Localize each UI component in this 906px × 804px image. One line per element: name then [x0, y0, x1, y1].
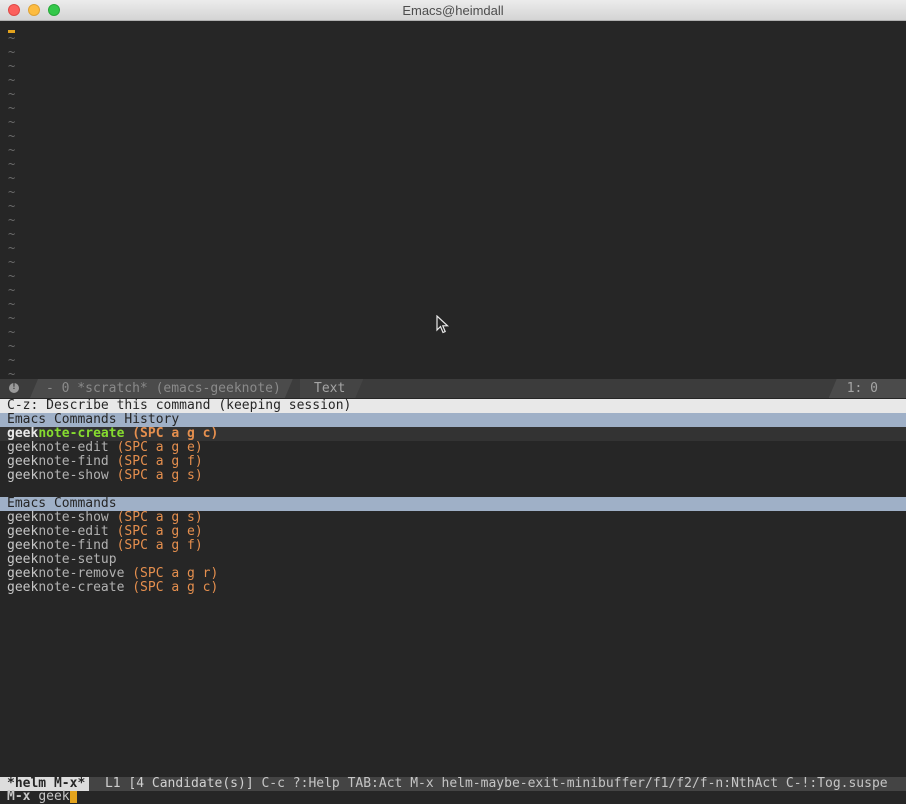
candidate-keybinding: (SPC a g c) — [132, 426, 219, 441]
candidate-command: note-create — [38, 426, 125, 441]
candidate-keybinding: (SPC a g s) — [116, 510, 203, 525]
minibuffer-input[interactable]: geek — [38, 789, 69, 804]
empty-line-marker: ~ — [8, 171, 16, 185]
empty-line-marker: ~ — [8, 353, 16, 367]
empty-line-marker: ~ — [8, 129, 16, 143]
major-mode-segment[interactable]: Text — [300, 379, 363, 398]
helm-candidate[interactable]: geeknote-edit (SPC a g e) — [0, 441, 906, 455]
helm-candidate[interactable]: geeknote-edit (SPC a g e) — [0, 525, 906, 539]
candidate-keybinding: (SPC a g e) — [116, 524, 203, 539]
empty-line-marker: ~ — [8, 73, 16, 87]
empty-line-marker: ~ — [8, 339, 16, 353]
cursor-position: 1: 0 — [828, 379, 906, 398]
empty-line-marker: ~ — [8, 311, 16, 325]
empty-line-marker: ~ — [8, 255, 16, 269]
candidate-match: geek — [7, 538, 39, 553]
helm-candidate[interactable]: geeknote-show (SPC a g s) — [0, 469, 906, 483]
helm-candidate[interactable]: geeknote-create (SPC a g c) — [0, 581, 906, 595]
candidate-keybinding: (SPC a g c) — [132, 580, 219, 595]
empty-line-marker: ~ — [8, 143, 16, 157]
candidate-match: geek — [7, 510, 39, 525]
helm-candidate[interactable]: geeknote-setup — [0, 553, 906, 567]
helm-mode-line: *helm M-x* L1 [4 Candidate(s)] C-c ?:Hel… — [0, 777, 906, 791]
candidate-keybinding: (SPC a g e) — [116, 440, 203, 455]
empty-line-marker: ~ — [8, 157, 16, 171]
candidate-command: note-find — [38, 538, 109, 553]
candidate-match: geek — [7, 426, 39, 441]
empty-line-marker: ~ — [8, 45, 16, 59]
candidate-match: geek — [7, 566, 39, 581]
empty-line-marker: ~ — [8, 199, 16, 213]
candidate-command: note-show — [38, 468, 109, 483]
helm-source-header: Emacs Commands History — [0, 413, 906, 427]
helm-candidate-count: [4 Candidate(s)] — [128, 777, 254, 791]
candidate-match: geek — [7, 524, 39, 539]
candidate-command: note-edit — [38, 440, 109, 455]
candidate-keybinding: (SPC a g f) — [116, 538, 203, 553]
helm-key-help: C-c ?:Help TAB:Act M-x helm-maybe-exit-m… — [261, 777, 888, 791]
empty-line-marker: ~ — [8, 87, 16, 101]
candidate-match: geek — [7, 580, 39, 595]
candidate-command: note-create — [38, 580, 125, 595]
helm-candidate[interactable]: geeknote-create (SPC a g c) — [0, 427, 906, 441]
candidate-match: geek — [7, 552, 39, 567]
candidate-command: note-edit — [38, 524, 109, 539]
minibuffer-cursor — [69, 791, 77, 803]
empty-line-marker: ~ — [8, 213, 16, 227]
candidate-keybinding: (SPC a g f) — [116, 454, 203, 469]
source-separator — [0, 483, 906, 497]
candidate-match: geek — [7, 454, 39, 469]
mode-line: ! - 0 *scratch* (emacs-geeknote) Text 1:… — [0, 379, 906, 398]
empty-line-marker: ~ — [8, 101, 16, 115]
buffer-name-segment[interactable]: - 0 *scratch* (emacs-geeknote) — [30, 379, 293, 398]
candidate-keybinding: (SPC a g r) — [132, 566, 219, 581]
empty-line-marker: ~ — [8, 185, 16, 199]
helm-candidate[interactable]: geeknote-find (SPC a g f) — [0, 455, 906, 469]
helm-source-header: Emacs Commands — [0, 497, 906, 511]
empty-line-marker: ~ — [8, 227, 16, 241]
title-bar: Emacs@heimdall — [0, 0, 906, 21]
candidate-match: geek — [7, 468, 39, 483]
mouse-pointer-icon — [436, 315, 450, 334]
candidate-command: note-find — [38, 454, 109, 469]
empty-line-marker: ~ — [8, 297, 16, 311]
helm-help-line: C-z: Describe this command (keeping sess… — [0, 399, 906, 413]
candidate-match: geek — [7, 440, 39, 455]
empty-line-marker: ~ — [8, 115, 16, 129]
empty-line-markers: ~ ~ ~ ~ ~ ~ ~ ~ ~ ~ ~ ~ ~ ~ ~ ~ ~ ~ ~ ~ ~ ~ ~ ~ ~ — [8, 31, 15, 381]
info-icon: ! — [9, 382, 19, 393]
empty-line-marker: ~ — [8, 325, 16, 339]
window-title: Emacs@heimdall — [402, 3, 504, 18]
empty-line-marker: ~ — [8, 31, 16, 45]
minibuffer-prompt: M-x — [7, 789, 31, 804]
helm-candidate[interactable]: geeknote-remove (SPC a g r) — [0, 567, 906, 581]
candidate-command: note-setup — [38, 552, 117, 567]
candidate-command: note-remove — [38, 566, 125, 581]
minibuffer[interactable]: M-x geek — [0, 789, 906, 804]
empty-line-marker: ~ — [8, 241, 16, 255]
helm-candidate[interactable]: geeknote-find (SPC a g f) — [0, 539, 906, 553]
empty-line-marker: ~ — [8, 283, 16, 297]
scratch-buffer[interactable]: ~ ~ ~ ~ ~ ~ ~ ~ ~ ~ ~ ~ ~ ~ ~ ~ ~ ~ ~ ~ ~ ~ ~ ~ ~ — [0, 22, 906, 381]
helm-line-number: L1 — [104, 777, 121, 791]
helm-candidates-window: Emacs Commands History geeknote-create (S… — [0, 413, 906, 595]
helm-candidate[interactable]: geeknote-show (SPC a g s) — [0, 511, 906, 525]
empty-line-marker: ~ — [8, 59, 16, 73]
candidate-command: note-show — [38, 510, 109, 525]
candidate-keybinding: (SPC a g s) — [116, 468, 203, 483]
empty-line-marker: ~ — [8, 269, 16, 283]
